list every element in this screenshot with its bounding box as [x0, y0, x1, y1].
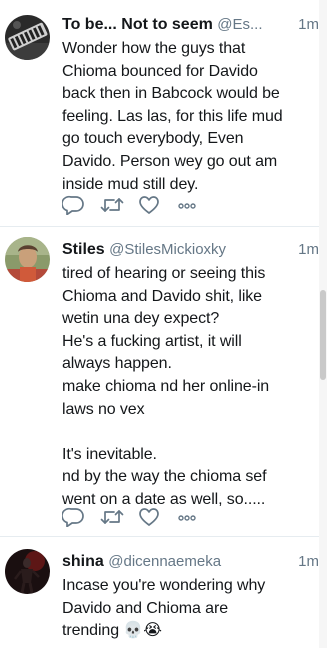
user-handle[interactable]: @Es...	[217, 16, 262, 33]
more-icon	[178, 203, 196, 209]
action-bar	[62, 506, 214, 528]
tweet-card[interactable]: Stiles @StilesMickioxky 1m tired of hear…	[0, 227, 327, 537]
tweet-card[interactable]: To be... Not to seem @Es... 1m Wonder ho…	[0, 0, 327, 227]
avatar[interactable]	[5, 15, 50, 60]
retweet-button[interactable]	[100, 194, 138, 216]
reply-button[interactable]	[62, 194, 100, 216]
reply-icon	[62, 507, 84, 527]
retweet-icon	[100, 198, 124, 212]
user-handle[interactable]: @StilesMickioxky	[109, 241, 226, 258]
tweet-card[interactable]: shina @dicennaemeka 1m Incase you're won…	[0, 537, 327, 648]
tweet-text: Incase you're wondering why Davido and C…	[62, 575, 319, 643]
like-button[interactable]	[138, 506, 176, 528]
avatar[interactable]	[5, 549, 50, 594]
avatar[interactable]	[5, 237, 50, 282]
scrollbar[interactable]	[319, 0, 327, 648]
reply-icon	[62, 195, 84, 215]
tweet-text: tired of hearing or seeing this Chioma a…	[62, 265, 270, 508]
retweet-button[interactable]	[100, 506, 138, 528]
retweet-icon	[100, 510, 124, 524]
tweet-header: To be... Not to seem @Es... 1m	[62, 14, 319, 36]
avatar-image	[5, 549, 50, 594]
like-button[interactable]	[138, 194, 176, 216]
avatar-image	[5, 15, 50, 60]
tweet-text-body: Incase you're wondering why Davido and C…	[62, 577, 266, 640]
display-name[interactable]: shina	[62, 553, 104, 570]
tweet-text: Wonder how the guys that Chioma bounced …	[62, 40, 283, 193]
more-icon	[178, 515, 196, 521]
like-icon	[139, 196, 159, 214]
emoji-skull-crying: 💀😭	[123, 622, 162, 640]
tweet-header: Stiles @StilesMickioxky 1m	[62, 239, 319, 261]
user-handle[interactable]: @dicennaemeka	[108, 553, 221, 570]
action-bar	[62, 194, 214, 216]
like-icon	[139, 508, 159, 526]
timestamp[interactable]: 1m	[292, 14, 319, 36]
avatar-image	[5, 237, 50, 282]
timestamp[interactable]: 1m	[292, 239, 319, 261]
scrollbar-thumb[interactable]	[320, 290, 326, 380]
display-name[interactable]: To be... Not to seem	[62, 16, 213, 33]
display-name[interactable]: Stiles	[62, 241, 105, 258]
tweet-header: shina @dicennaemeka 1m	[62, 551, 319, 573]
more-button[interactable]	[176, 194, 214, 216]
timestamp[interactable]: 1m	[292, 551, 319, 573]
tweet-feed: To be... Not to seem @Es... 1m Wonder ho…	[0, 0, 327, 648]
more-button[interactable]	[176, 506, 214, 528]
reply-button[interactable]	[62, 506, 100, 528]
